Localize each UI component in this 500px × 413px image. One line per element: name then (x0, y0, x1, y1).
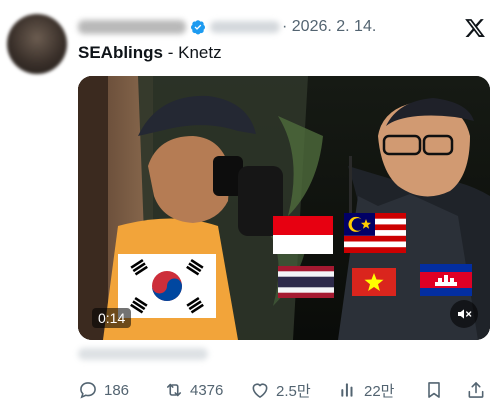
mute-icon (456, 306, 472, 322)
video-elapsed-time: 0:14 (92, 308, 132, 328)
author-handle-redacted[interactable] (210, 21, 280, 33)
video-player[interactable]: 0:14 (78, 76, 490, 340)
repost-button[interactable]: 4376 (164, 376, 223, 404)
reply-count: 186 (104, 381, 130, 399)
repost-count: 4376 (190, 381, 224, 399)
x-logo-icon[interactable] (464, 17, 486, 39)
views-button[interactable]: 22만 (338, 376, 395, 404)
views-count: 22만 (364, 382, 395, 400)
reply-button[interactable]: 186 (78, 376, 129, 404)
tweet-actions: 186 4376 2.5만 22만 (78, 376, 490, 404)
bookmark-button[interactable] (424, 376, 450, 404)
post-metadata-redacted (78, 348, 208, 360)
tweet-text-rest: - Knetz (163, 43, 222, 62)
like-button[interactable]: 2.5만 (250, 376, 311, 404)
tweet-date[interactable]: · 2026. 2. 14. (282, 18, 376, 36)
views-icon (338, 380, 358, 400)
tweet-header: · 2026. 2. 14. (78, 14, 376, 40)
verified-icon (190, 19, 206, 35)
avatar[interactable] (7, 14, 67, 74)
video-frame (78, 76, 490, 340)
reply-icon (78, 380, 98, 400)
author-name-redacted[interactable] (78, 20, 186, 34)
tweet-text: SEAblings - Knetz (78, 42, 222, 64)
share-icon (466, 380, 486, 400)
bookmark-icon (424, 380, 444, 400)
repost-icon (164, 380, 184, 400)
tweet-text-bold: SEAblings (78, 43, 164, 62)
like-count: 2.5만 (276, 382, 311, 400)
like-icon (250, 380, 270, 400)
mute-button[interactable] (450, 300, 478, 328)
share-button[interactable] (466, 376, 492, 404)
